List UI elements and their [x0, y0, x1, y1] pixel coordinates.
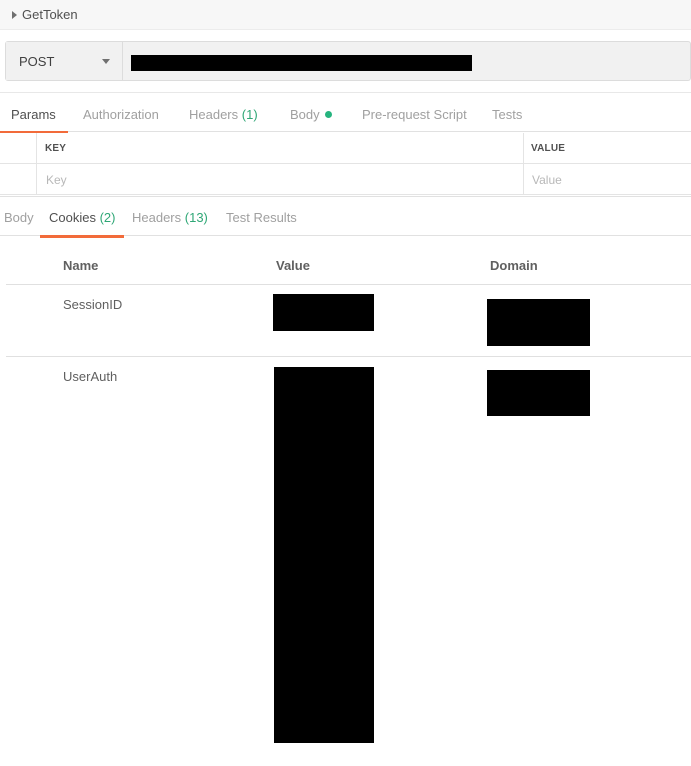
response-tab-headers[interactable]: Headers (13): [132, 197, 208, 237]
tab-label: Cookies: [49, 210, 96, 225]
tab-body[interactable]: Body: [290, 93, 332, 133]
response-tab-test-results[interactable]: Test Results: [226, 197, 297, 237]
params-table: KEY VALUE Key Value: [0, 133, 691, 195]
tab-tests[interactable]: Tests: [492, 93, 522, 133]
column-divider: [523, 133, 524, 195]
method-select[interactable]: POST: [6, 42, 123, 80]
column-divider: [36, 133, 37, 195]
tab-pre-request-script[interactable]: Pre-request Script: [362, 93, 467, 133]
tab-label: Body: [4, 210, 34, 225]
tab-label: Body: [290, 107, 320, 122]
tab-label: Test Results: [226, 210, 297, 225]
tab-headers[interactable]: Headers (1): [189, 93, 258, 133]
cookie-domain-redacted: [487, 370, 590, 416]
header-divider: [6, 284, 691, 285]
value-column-header: VALUE: [531, 143, 566, 154]
tab-label: Headers: [189, 107, 239, 122]
request-name[interactable]: GetToken: [22, 7, 78, 22]
request-name-bar[interactable]: GetToken: [0, 0, 691, 30]
params-input-row: Key Value: [0, 164, 691, 195]
response-tab-cookies[interactable]: Cookies (2): [40, 197, 124, 238]
body-indicator-dot-icon: [324, 111, 332, 118]
response-headers-count: (13): [184, 210, 208, 225]
cookie-domain-redacted: [487, 299, 590, 346]
row-divider: [6, 356, 691, 357]
tab-label: Tests: [492, 107, 523, 122]
tab-label: Authorization: [83, 107, 159, 122]
cookies-count: (2): [99, 210, 116, 225]
response-tab-body[interactable]: Body: [4, 197, 34, 237]
expand-caret-icon[interactable]: [12, 11, 17, 19]
cookie-value-redacted: [274, 367, 374, 743]
tab-label: Params: [11, 107, 56, 122]
params-header-row: KEY VALUE: [0, 133, 691, 164]
response-tabs: Body Cookies (2) Headers (13) Test Resul…: [0, 196, 691, 238]
url-bar: POST: [5, 41, 691, 81]
tab-params[interactable]: Params: [0, 93, 68, 134]
key-column-header: KEY: [45, 143, 67, 154]
tab-authorization[interactable]: Authorization: [83, 93, 159, 133]
cookies-value-header: Value: [276, 258, 310, 273]
key-input[interactable]: Key: [46, 173, 67, 187]
chevron-down-icon: [102, 59, 110, 64]
request-tabs: Params Authorization Headers (1) Body Pr…: [0, 92, 691, 134]
cookie-name: UserAuth: [63, 369, 118, 384]
tab-label: Headers: [132, 210, 182, 225]
method-label: POST: [19, 54, 55, 69]
headers-count: (1): [241, 107, 258, 122]
cookie-value-redacted: [273, 294, 374, 331]
url-input-redacted[interactable]: [131, 55, 472, 71]
cookie-name: SessionID: [63, 297, 123, 312]
cookies-name-header: Name: [63, 258, 99, 273]
value-input[interactable]: Value: [532, 173, 562, 187]
active-tab-underline: [40, 235, 124, 238]
tab-label: Pre-request Script: [362, 107, 467, 122]
cookies-domain-header: Domain: [490, 258, 538, 273]
